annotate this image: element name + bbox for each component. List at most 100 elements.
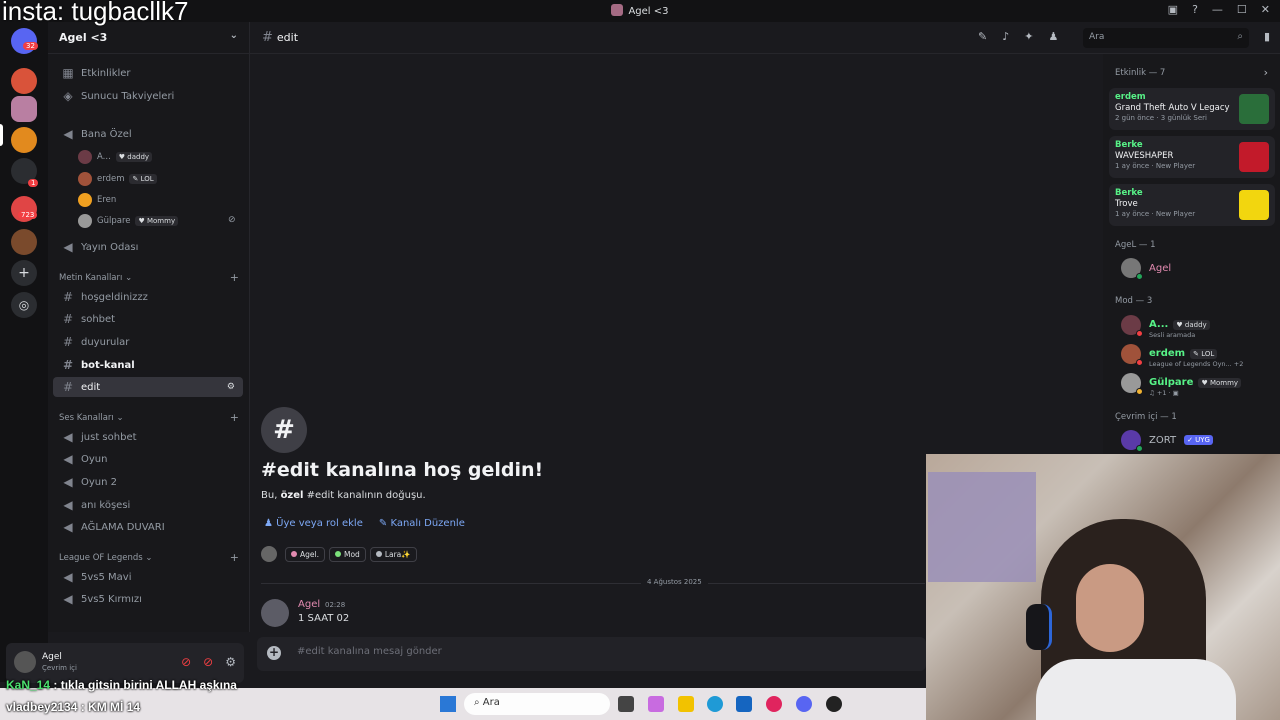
channel-bot-kanal[interactable]: # bot-kanal: [53, 355, 243, 375]
add-attachment-icon[interactable]: +: [267, 646, 281, 660]
add-server-icon[interactable]: +: [11, 260, 37, 286]
discover-icon[interactable]: ◎: [11, 292, 37, 318]
headset-muted-icon[interactable]: ⊘: [203, 655, 213, 669]
voice-channel[interactable]: ◀ 5vs5 Kırmızı: [53, 589, 243, 609]
avatar: [78, 193, 92, 207]
role-list: Agel. Mod Lara✨: [261, 546, 417, 562]
member-item[interactable]: A... ♥ daddy Sesli aramada: [1121, 314, 1210, 339]
speaker-icon: ◀: [63, 430, 73, 444]
discord-icon[interactable]: [796, 696, 812, 712]
voice-user[interactable]: A... ♥ daddy: [78, 148, 153, 166]
channel-hosgeldinizzz[interactable]: # hoşgeldinizzz: [53, 287, 243, 307]
channel-duyurular[interactable]: # duyurular: [53, 332, 243, 352]
bell-icon[interactable]: ♪: [1002, 30, 1009, 43]
avatar: [1121, 430, 1143, 452]
search-icon: ⌕: [1237, 31, 1243, 42]
chevron-down-icon: ⌄: [229, 30, 238, 41]
voice-channel-yayin-odasi[interactable]: ◀ Yayın Odası: [53, 237, 243, 257]
user-name: Agel: [42, 652, 62, 662]
outlook-icon[interactable]: [736, 696, 752, 712]
obs-icon[interactable]: [826, 696, 842, 712]
threads-icon[interactable]: ✎: [978, 30, 987, 43]
add-member-button[interactable]: ♟ Üye veya rol ekle: [264, 518, 363, 529]
server-icon[interactable]: [11, 127, 37, 153]
message-input[interactable]: [297, 646, 897, 657]
role-pill[interactable]: Mod: [328, 546, 366, 562]
channel-edit[interactable]: # edit ⚙: [53, 377, 243, 397]
voice-user[interactable]: Eren: [78, 191, 116, 209]
activity-card[interactable]: Berke Trove 1 ay önce · New Player: [1109, 184, 1275, 226]
role-pill[interactable]: Lara✨: [369, 546, 417, 562]
add-channel-icon[interactable]: +: [230, 551, 239, 564]
maximize-button[interactable]: ☐: [1237, 3, 1247, 16]
speaker-icon: ◀: [63, 520, 73, 534]
folder-icon[interactable]: [678, 696, 694, 712]
role-pill[interactable]: Agel.: [285, 546, 325, 562]
hash-lock-icon: #: [261, 407, 307, 453]
edge-icon[interactable]: [707, 696, 723, 712]
category-text-channels[interactable]: Metin Kanalları ⌄ +: [59, 271, 239, 284]
member-item[interactable]: Agel: [1121, 257, 1171, 280]
server-icon-agel[interactable]: [11, 96, 37, 122]
task-view-icon[interactable]: [618, 696, 634, 712]
server-icon[interactable]: [11, 68, 37, 94]
server-icon[interactable]: [11, 229, 37, 255]
pin-icon[interactable]: ✦: [1024, 30, 1033, 43]
channel-title: edit: [276, 31, 299, 44]
boost-icon: ◈: [63, 89, 73, 103]
member-list-icon[interactable]: ♟: [1048, 30, 1058, 43]
add-channel-icon[interactable]: +: [230, 271, 239, 284]
close-button[interactable]: ✕: [1261, 3, 1270, 16]
hash-icon: #: [62, 335, 74, 349]
message-composer: +: [257, 637, 926, 671]
add-channel-icon[interactable]: +: [230, 411, 239, 424]
message-author[interactable]: Agel: [298, 599, 320, 610]
gear-icon[interactable]: ⚙: [225, 655, 236, 669]
avatar[interactable]: [261, 599, 289, 627]
activity-header: Etkinlik — 7: [1115, 68, 1166, 78]
opera-icon[interactable]: [766, 696, 782, 712]
member-item[interactable]: ZORT ✓ UYG: [1121, 429, 1213, 452]
edit-channel-button[interactable]: ✎ Kanalı Düzenle: [379, 518, 465, 529]
server-badge: 1: [28, 179, 39, 187]
activity-card[interactable]: Berke WAVESHAPER 1 ay önce · New Player: [1109, 136, 1275, 178]
server-badge: 723: [18, 211, 38, 219]
avatar: [78, 214, 92, 228]
taskbar-search[interactable]: ⌕ Ara: [464, 693, 610, 715]
channel-settings-icon[interactable]: ⚙: [227, 382, 235, 392]
copilot-icon[interactable]: [648, 696, 664, 712]
avatar[interactable]: [14, 651, 36, 673]
events-link[interactable]: ▦ Etkinlikler: [53, 63, 243, 83]
help-icon[interactable]: ?: [1192, 3, 1198, 16]
user-panel: Agel Çevrim içi ⊘ ⊘ ⚙: [6, 643, 244, 683]
voice-channel[interactable]: ◀ just sohbet: [53, 427, 243, 447]
search-input[interactable]: Ara ⌕: [1083, 28, 1249, 48]
voice-channel-bana-ozel[interactable]: ◀ Bana Özel: [53, 124, 243, 144]
member-group-header: AgeL — 1: [1115, 240, 1156, 250]
minimize-button[interactable]: —: [1212, 3, 1223, 16]
voice-channel[interactable]: ◀ AĞLAMA DUVARI: [53, 517, 243, 537]
avatar: [1121, 315, 1143, 337]
category-voice-channels[interactable]: Ses Kanalları ⌄ +: [59, 411, 239, 424]
boosts-link[interactable]: ◈ Sunucu Takviyeleri: [53, 86, 243, 106]
voice-channel[interactable]: ◀ anı köşesi: [53, 495, 243, 515]
channel-sidebar: Agel <3 ⌄ ▦ Etkinlikler ◈ Sunucu Takviyeler…: [48, 22, 250, 632]
home-button[interactable]: [11, 28, 37, 54]
voice-channel[interactable]: ◀ 5vs5 Mavi: [53, 567, 243, 587]
mic-muted-icon[interactable]: ⊘: [181, 655, 191, 669]
inbox-icon[interactable]: ▣: [1168, 3, 1178, 16]
member-item[interactable]: erdem ✎ LOL League of Legends Oyn... +2: [1121, 343, 1243, 368]
bookmark-icon[interactable]: ▮: [1264, 30, 1270, 43]
category-lol[interactable]: League OF Legends ⌄ +: [59, 551, 239, 564]
channel-sohbet[interactable]: # sohbet: [53, 309, 243, 329]
activity-card[interactable]: erdem Grand Theft Auto V Legacy 2 gün ön…: [1109, 88, 1275, 130]
voice-user[interactable]: Gülpare ♥ Mommy: [78, 212, 179, 230]
hash-icon: #: [62, 290, 74, 304]
voice-user[interactable]: erdem ✎ LOL: [78, 170, 157, 188]
voice-channel[interactable]: ◀ Oyun: [53, 449, 243, 469]
member-item[interactable]: Gülpare ♥ Mommy ♫ +1 · ▣: [1121, 372, 1242, 397]
chevron-right-icon[interactable]: ›: [1264, 66, 1268, 79]
speaker-icon: ◀: [63, 127, 73, 141]
voice-channel[interactable]: ◀ Oyun 2: [53, 472, 243, 492]
windows-start-icon[interactable]: [440, 696, 456, 712]
